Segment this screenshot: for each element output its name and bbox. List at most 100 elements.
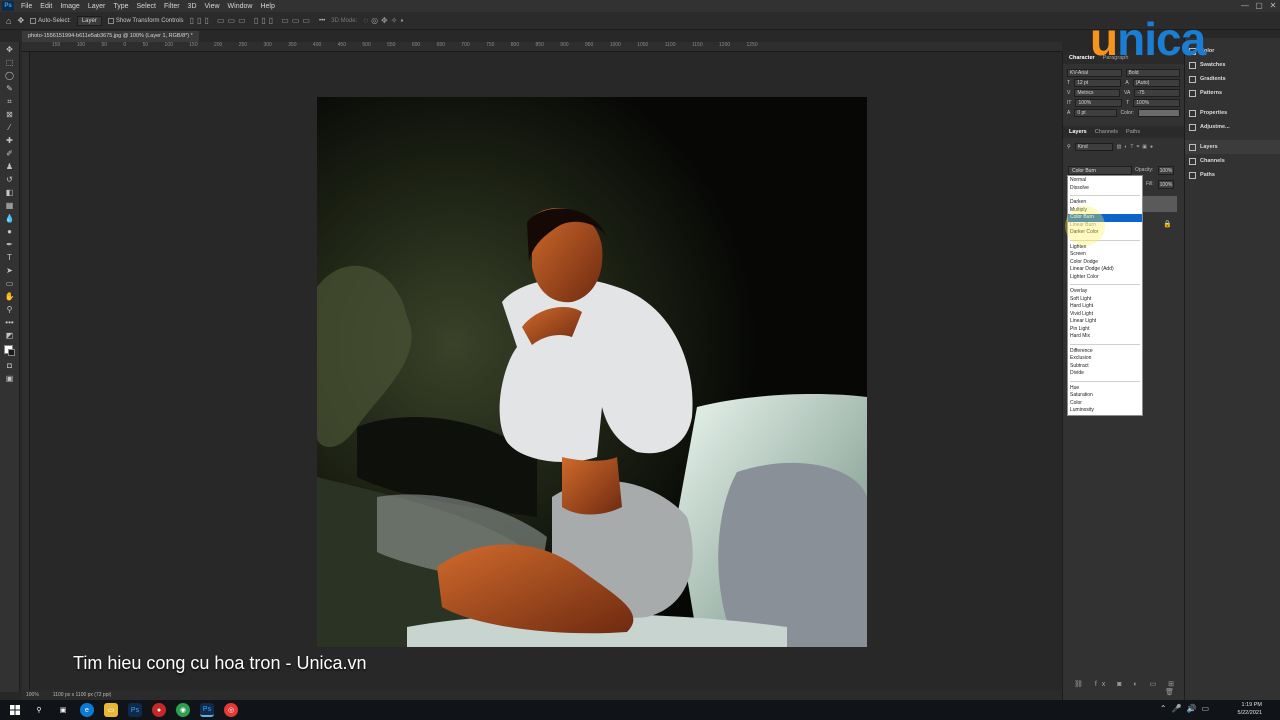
pen-tool-icon[interactable]: ✒ [4,241,16,249]
tab-channels[interactable]: Channels [1095,129,1118,135]
panel-patterns[interactable]: Patterns [1185,86,1280,100]
path-select-tool-icon[interactable]: ➤ [4,267,16,275]
brush-tool-icon[interactable]: ✐ [4,150,16,158]
filter-type-icons[interactable]: ▨◐T⌗▣● [1117,144,1156,150]
panel-channels[interactable]: Channels [1185,154,1280,168]
frame-tool-icon[interactable]: ⊠ [4,111,16,119]
edge-browser-icon[interactable]: e [80,703,94,717]
blend-option[interactable]: Darken [1068,199,1142,207]
blend-option[interactable]: Linear Light [1068,318,1142,326]
blend-option[interactable]: Vivid Light [1068,311,1142,319]
font-family-select[interactable]: KV-Arial [1067,69,1122,77]
blend-option[interactable]: Overlay [1068,288,1142,296]
document-image[interactable] [317,97,867,647]
taskbar-clock[interactable]: 1:19 PM 5/22/2021 [1238,701,1262,717]
background-color-swatch[interactable] [7,349,15,356]
blend-option[interactable]: Saturation [1068,392,1142,400]
panel-layers[interactable]: Layers [1185,140,1280,154]
blend-option[interactable]: Lighter Color [1068,274,1142,282]
lasso-tool-icon[interactable]: ◯ [4,72,16,80]
auto-select-checkbox[interactable]: Auto-Select: [30,17,71,24]
panel-adjustments[interactable]: Adjustme... [1185,120,1280,134]
blend-option[interactable]: Color Dodge [1068,259,1142,267]
font-style-select[interactable]: Bold [1125,69,1180,77]
type-tool-icon[interactable]: T [4,254,16,262]
color-swatches-icon[interactable] [3,345,16,357]
maximize-button[interactable]: ▢ [1252,0,1266,12]
history-brush-tool-icon[interactable]: ↺ [4,176,16,184]
blend-option[interactable]: Pin Light [1068,326,1142,334]
blend-option[interactable]: Luminosity [1068,407,1142,415]
eraser-tool-icon[interactable]: ◧ [4,189,16,197]
text-color-swatch[interactable] [1137,109,1180,117]
baseline-field[interactable]: 0 pt [1074,109,1117,117]
menu-file[interactable]: File [17,3,36,10]
system-tray-icons[interactable]: ⌃🎤🔊▭ [1160,704,1214,713]
tab-layers[interactable]: Layers [1069,129,1087,135]
menu-view[interactable]: View [201,3,224,10]
crop-tool-icon[interactable]: ⌗ [4,98,16,106]
close-button[interactable]: ✕ [1266,0,1280,12]
fill-field[interactable]: 100% [1158,180,1174,189]
move-tool-icon[interactable]: ✥ [4,46,16,54]
blend-option[interactable]: Color [1068,400,1142,408]
default-colors-icon[interactable]: ◩ [4,332,16,340]
blend-option[interactable]: Hue [1068,385,1142,393]
blur-tool-icon[interactable]: 💧 [4,215,16,223]
chrome-browser-icon[interactable]: ◎ [224,703,238,717]
blend-option[interactable]: Screen [1068,251,1142,259]
menu-edit[interactable]: Edit [36,3,56,10]
move-tool-icon[interactable]: ✥ [17,16,24,25]
panel-gradients[interactable]: Gradients [1185,72,1280,86]
auto-select-target-select[interactable]: Layer [76,15,102,26]
blend-option[interactable]: Hard Light [1068,303,1142,311]
marquee-tool-icon[interactable]: ⬚ [4,59,16,67]
filter-kind-select[interactable]: Kind [1074,143,1113,151]
show-transform-checkbox[interactable]: Show Transform Controls [107,17,184,24]
blend-option[interactable]: Dissolve [1068,185,1142,193]
quick-mask-icon[interactable]: ◘ [4,362,16,370]
taskbar-search-icon[interactable]: ⚲ [32,703,46,717]
document-tab[interactable]: photo-1556151994-b611e5ab3675.jpg @ 100%… [22,31,199,42]
photoshop-taskbar-icon[interactable]: Ps [128,703,142,717]
blend-option[interactable]: Exclusion [1068,355,1142,363]
menu-select[interactable]: Select [133,3,160,10]
horizontal-scale-field[interactable]: 100% [1133,99,1181,107]
panel-properties[interactable]: Properties [1185,106,1280,120]
blend-option[interactable]: Hard Mix [1068,333,1142,341]
hand-tool-icon[interactable]: ✋ [4,293,16,301]
gradient-tool-icon[interactable]: ▦ [4,202,16,210]
foreground-color-swatch[interactable] [3,345,15,356]
align-icons[interactable]: ▯▯▯ ▭▭▭ ▯▯▯ ▭▭▭ [190,16,313,25]
menu-3d[interactable]: 3D [184,3,201,10]
blend-option[interactable]: Subtract [1068,363,1142,371]
quick-select-tool-icon[interactable]: ✎ [4,85,16,93]
more-tools-icon[interactable]: ••• [4,319,16,327]
leading-field[interactable]: (Auto) [1132,79,1180,87]
opacity-field[interactable]: 100% [1158,166,1174,175]
menu-window[interactable]: Window [224,3,257,10]
dodge-tool-icon[interactable]: ● [4,228,16,236]
task-view-icon[interactable]: ▣ [56,703,70,717]
menu-image[interactable]: Image [56,3,83,10]
tracking-field[interactable]: -75 [1134,89,1180,97]
layers-footer-icons[interactable]: ⛓ fx ◙ ◐ ▭ ⊞ 🗑 [1067,680,1179,696]
panel-paths[interactable]: Paths [1185,168,1280,182]
blend-option[interactable]: Difference [1068,348,1142,356]
blend-option[interactable]: Soft Light [1068,296,1142,304]
blend-option[interactable]: Normal [1068,177,1142,185]
windows-start-icon[interactable] [8,703,22,717]
blend-option[interactable]: Divide [1068,370,1142,378]
green-app-icon[interactable]: ◉ [176,703,190,717]
screen-mode-icon[interactable]: ▣ [4,375,16,383]
more-options-icon[interactable]: ••• [319,18,325,24]
minimize-button[interactable]: — [1238,0,1252,12]
eyedropper-tool-icon[interactable]: ⁄ [4,124,16,132]
menu-layer[interactable]: Layer [84,3,110,10]
vertical-scale-field[interactable]: 100% [1075,99,1123,107]
home-icon[interactable]: ⌂ [6,16,11,26]
tab-paths[interactable]: Paths [1126,129,1140,135]
3d-mode-icons[interactable]: ◌◎✥✧▪ [363,16,406,25]
kerning-field[interactable]: Metrics [1074,89,1121,97]
record-app-icon[interactable]: ● [152,703,166,717]
